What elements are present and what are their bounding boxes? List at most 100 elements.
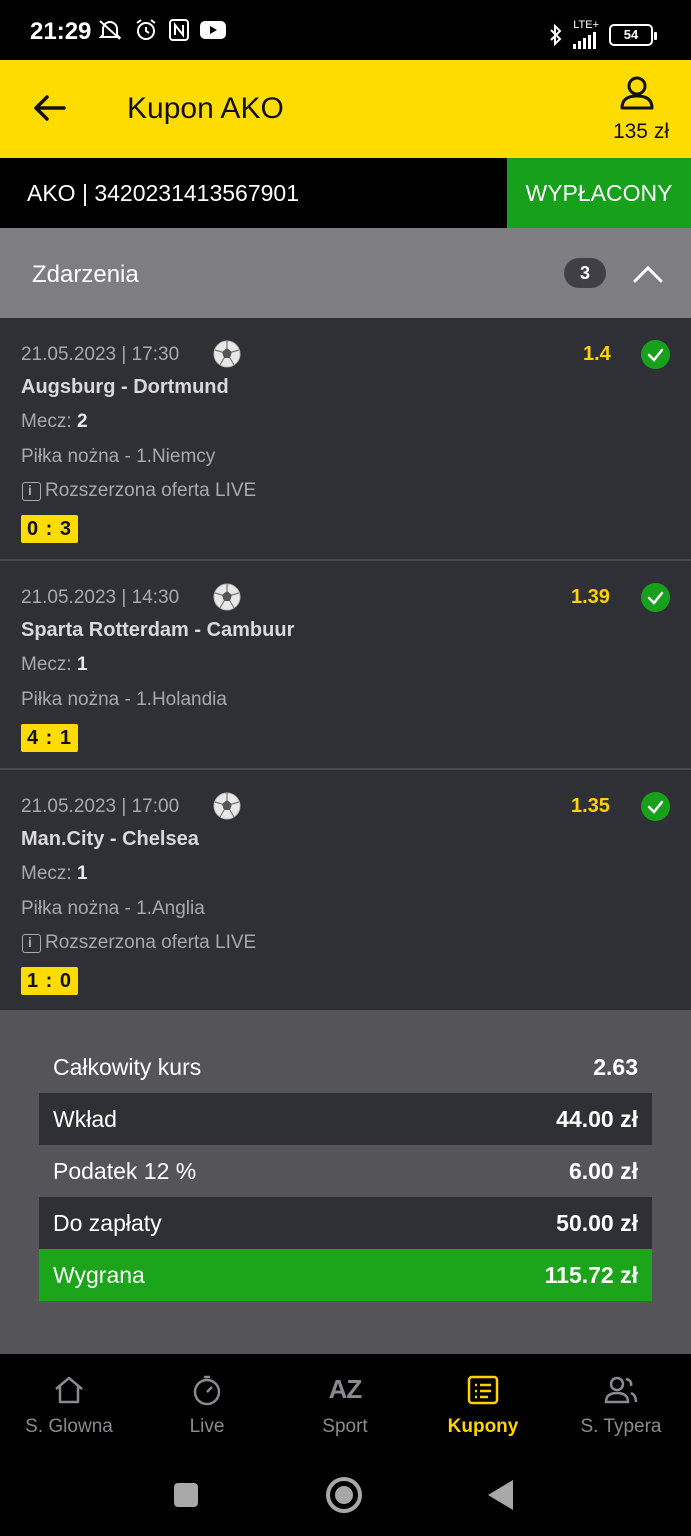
event-bet: Mecz: 1: [21, 863, 88, 885]
event-score: 1 : 0: [21, 967, 79, 995]
youtube-icon: [200, 21, 226, 39]
status-time: 21:29: [30, 18, 92, 45]
event-match: Sparta Rotterdam - Cambuur: [21, 619, 295, 641]
nav-label: Kupony: [447, 1416, 519, 1437]
event-date: 21.05.2023 | 17:00: [21, 796, 180, 817]
event-bet-value: 2: [76, 411, 88, 432]
event-bet-label: Mecz:: [21, 654, 72, 675]
events-section-title: Zdarzenia: [32, 261, 139, 288]
event-bet: Mecz: 1: [21, 654, 88, 676]
summary-value: 50.00 zł: [556, 1209, 638, 1236]
event-bet-value: 1: [76, 863, 88, 884]
event-live-offer[interactable]: Rozszerzona oferta LIVE: [22, 932, 256, 954]
event-league: Piłka nożna - 1.Anglia: [21, 898, 205, 919]
event-date: 21.05.2023 | 14:30: [21, 587, 180, 608]
summary-win: Wygrana 115.72 zł: [39, 1249, 652, 1301]
check-circle-icon: [641, 792, 670, 821]
recent-apps-icon[interactable]: [174, 1483, 198, 1507]
nav-label: Sport: [322, 1416, 368, 1437]
event-bet-label: Mecz:: [21, 411, 72, 432]
users-icon: [604, 1376, 638, 1404]
signal-icon: [573, 31, 597, 49]
summary-stake: Wkład 44.00 zł: [39, 1093, 652, 1145]
stopwatch-icon: [193, 1375, 221, 1406]
summary-value: 2.63: [593, 1053, 638, 1080]
battery-icon: 54: [609, 23, 657, 46]
event-bet-label: Mecz:: [21, 863, 72, 884]
network-type: LTE+: [573, 19, 599, 31]
event-odds: 1.4: [583, 343, 611, 365]
event-match: Man.City - Chelsea: [21, 828, 199, 850]
status-icons-right: LTE+ 54: [549, 19, 657, 49]
event-odds: 1.35: [571, 795, 610, 817]
nav-coupons[interactable]: Kupony: [414, 1354, 552, 1450]
soccer-ball-icon: [213, 792, 241, 820]
summary-to-pay: Do zapłaty 50.00 zł: [39, 1197, 652, 1249]
bluetooth-icon: [550, 23, 562, 46]
az-icon: AZ: [328, 1374, 363, 1404]
event-league: Piłka nożna - 1.Niemcy: [21, 446, 216, 467]
event-live-label: Rozszerzona oferta LIVE: [45, 480, 257, 501]
info-icon: [22, 933, 41, 953]
nav-tipster[interactable]: S. Typera: [552, 1354, 690, 1450]
bottom-navigation: S. Glowna Live AZ Sport Kupony S. Typera: [0, 1354, 691, 1450]
account-balance[interactable]: 135 zł: [613, 120, 669, 144]
summary-label: Podatek 12 %: [53, 1157, 197, 1184]
event-date: 21.05.2023 | 17:30: [21, 344, 180, 365]
summary-label: Całkowity kurs: [53, 1053, 202, 1080]
event-live-label: Rozszerzona oferta LIVE: [45, 932, 257, 953]
nav-sport[interactable]: AZ Sport: [276, 1354, 414, 1450]
events-section-header[interactable]: Zdarzenia 3: [0, 228, 691, 318]
home-icon: [55, 1376, 83, 1404]
event-match: Augsburg - Dortmund: [21, 376, 229, 398]
check-circle-icon: [641, 583, 670, 612]
nav-label: S. Typera: [580, 1416, 662, 1437]
info-icon: [22, 481, 41, 501]
ticket-summary: Całkowity kurs 2.63 Wkład 44.00 zł Podat…: [0, 1010, 691, 1354]
event-bet-value: 1: [76, 654, 88, 675]
event-bet: Mecz: 2: [21, 411, 88, 433]
event-odds: 1.39: [571, 586, 610, 608]
nav-label: S. Glowna: [25, 1416, 113, 1437]
summary-tax: Podatek 12 % 6.00 zł: [39, 1145, 652, 1197]
status-bar: 21:29 LTE+ 54: [0, 0, 691, 60]
soccer-ball-icon: [213, 340, 241, 368]
event-score: 4 : 1: [21, 724, 79, 752]
summary-total-odds: Całkowity kurs 2.63: [39, 1041, 652, 1093]
summary-label: Do zapłaty: [53, 1209, 162, 1236]
coupon-icon: [467, 1375, 499, 1405]
summary-label: Wygrana: [53, 1261, 145, 1288]
chevron-up-icon[interactable]: [632, 258, 664, 290]
event-live-offer[interactable]: Rozszerzona oferta LIVE: [22, 480, 256, 502]
page-title: Kupon AKO: [127, 92, 284, 125]
summary-value: 44.00 zł: [556, 1105, 638, 1132]
soccer-ball-icon: [213, 583, 241, 611]
events-count-badge: 3: [564, 258, 606, 288]
event-item[interactable]: 21.05.2023 | 14:30 1.39 Sparta Rotterdam…: [0, 561, 691, 770]
system-navigation-bar: [0, 1450, 691, 1536]
summary-label: Wkład: [53, 1105, 117, 1132]
muted-bell-icon: [98, 20, 122, 40]
back-arrow-icon[interactable]: [32, 90, 68, 126]
summary-value: 6.00 zł: [568, 1157, 638, 1184]
event-item[interactable]: 21.05.2023 | 17:30 1.4 Augsburg - Dortmu…: [0, 318, 691, 561]
check-circle-icon: [641, 340, 670, 369]
battery-level: 54: [623, 27, 639, 42]
alarm-icon: [136, 19, 156, 40]
event-score: 0 : 3: [21, 515, 79, 543]
event-item[interactable]: 21.05.2023 | 17:00 1.35 Man.City - Chels…: [0, 770, 691, 1010]
nfc-icon: [169, 19, 189, 41]
nav-label: Live: [189, 1416, 225, 1437]
app-bar: Kupon AKO 135 zł: [0, 60, 691, 158]
system-back-icon[interactable]: [488, 1480, 513, 1510]
event-league: Piłka nożna - 1.Holandia: [21, 689, 227, 710]
user-account-icon[interactable]: [618, 74, 656, 112]
home-button-icon[interactable]: [326, 1477, 362, 1513]
ticket-header: AKO | 3420231413567901 WYPŁACONY: [0, 158, 691, 228]
summary-value: 115.72 zł: [544, 1261, 638, 1288]
ticket-status-badge: WYPŁACONY: [507, 158, 691, 228]
nav-live[interactable]: Live: [138, 1354, 276, 1450]
ticket-id: AKO | 3420231413567901: [27, 180, 299, 206]
nav-home[interactable]: S. Glowna: [0, 1354, 138, 1450]
status-icons-left: [96, 18, 226, 42]
